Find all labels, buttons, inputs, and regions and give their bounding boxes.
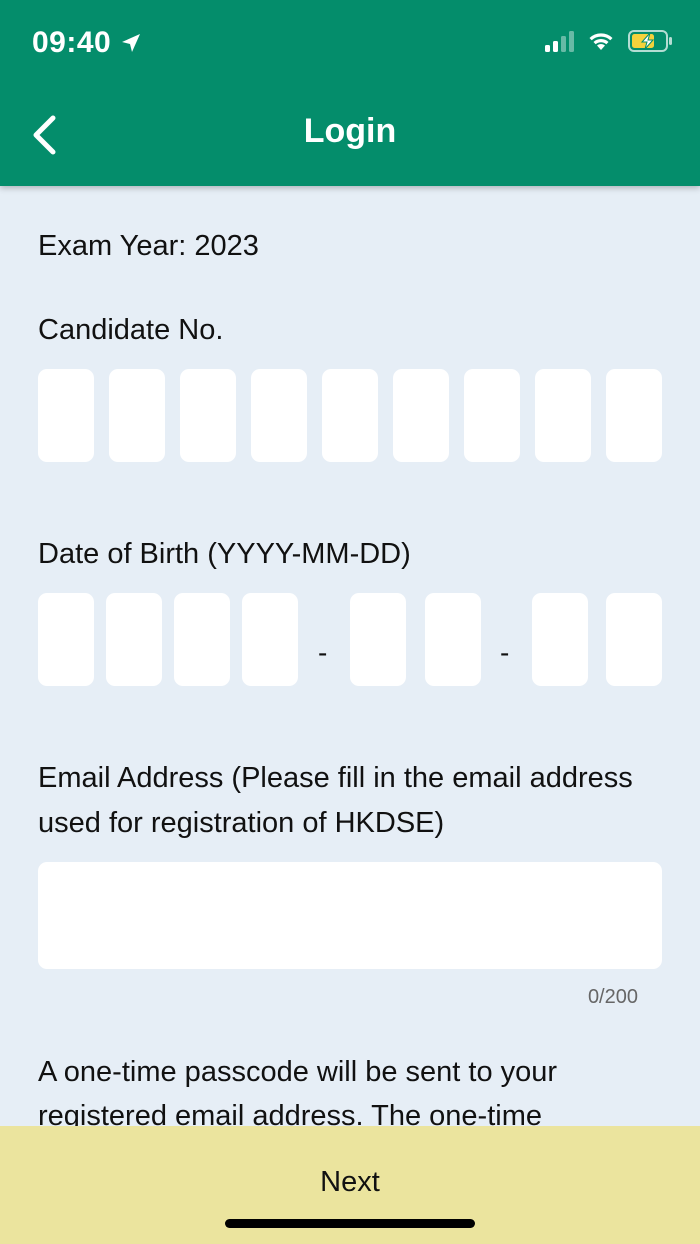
page-title: Login <box>303 112 397 150</box>
dob-day-digit-input[interactable] <box>532 593 588 686</box>
email-label: Email Address (Please fill in the email … <box>38 762 633 839</box>
candidate-digit-input[interactable] <box>251 369 307 462</box>
dob-month-digit-input[interactable] <box>350 593 406 686</box>
next-button[interactable]: Next <box>0 1166 700 1199</box>
app-header: 09:40 Login <box>0 0 700 186</box>
email-input[interactable] <box>38 862 662 969</box>
passcode-note: A one-time passcode will be sent to your… <box>38 1056 558 1132</box>
login-screen: 09:40 Login Exam Year: 2023 Candidate No… <box>0 0 700 1244</box>
dob-inputs: - - <box>38 593 662 686</box>
dob-year-digit-input[interactable] <box>242 593 298 686</box>
email-char-counter: 0/200 <box>587 986 638 1008</box>
dob-year-digit-input[interactable] <box>106 593 162 686</box>
status-time: 09:40 <box>32 26 143 60</box>
dob-month-digit-input[interactable] <box>425 593 481 686</box>
wifi-icon <box>589 33 613 50</box>
dob-label: Date of Birth (YYYY-MM-DD) <box>38 538 411 570</box>
candidate-no-inputs <box>38 369 662 462</box>
footer-bar: Next <box>0 1126 700 1244</box>
candidate-digit-input[interactable] <box>38 369 94 462</box>
dob-day-digit-input[interactable] <box>606 593 662 686</box>
candidate-digit-input[interactable] <box>109 369 165 462</box>
candidate-no-label: Candidate No. <box>38 314 224 346</box>
candidate-digit-input[interactable] <box>606 369 662 462</box>
candidate-digit-input[interactable] <box>322 369 378 462</box>
dob-separator: - <box>500 637 510 668</box>
status-time-text: 09:40 <box>32 26 112 59</box>
exam-year-text: Exam Year: 2023 <box>38 230 259 262</box>
candidate-digit-input[interactable] <box>180 369 236 462</box>
candidate-digit-input[interactable] <box>393 369 449 462</box>
home-indicator <box>225 1219 475 1228</box>
battery-charging-icon <box>628 30 672 52</box>
status-icons <box>545 30 674 52</box>
dob-year-digit-input[interactable] <box>38 593 94 686</box>
dob-year-digit-input[interactable] <box>174 593 230 686</box>
dob-separator: - <box>318 637 328 668</box>
candidate-digit-input[interactable] <box>464 369 520 462</box>
location-arrow-icon <box>122 34 141 52</box>
candidate-digit-input[interactable] <box>535 369 591 462</box>
cellular-signal-icon <box>545 30 574 52</box>
